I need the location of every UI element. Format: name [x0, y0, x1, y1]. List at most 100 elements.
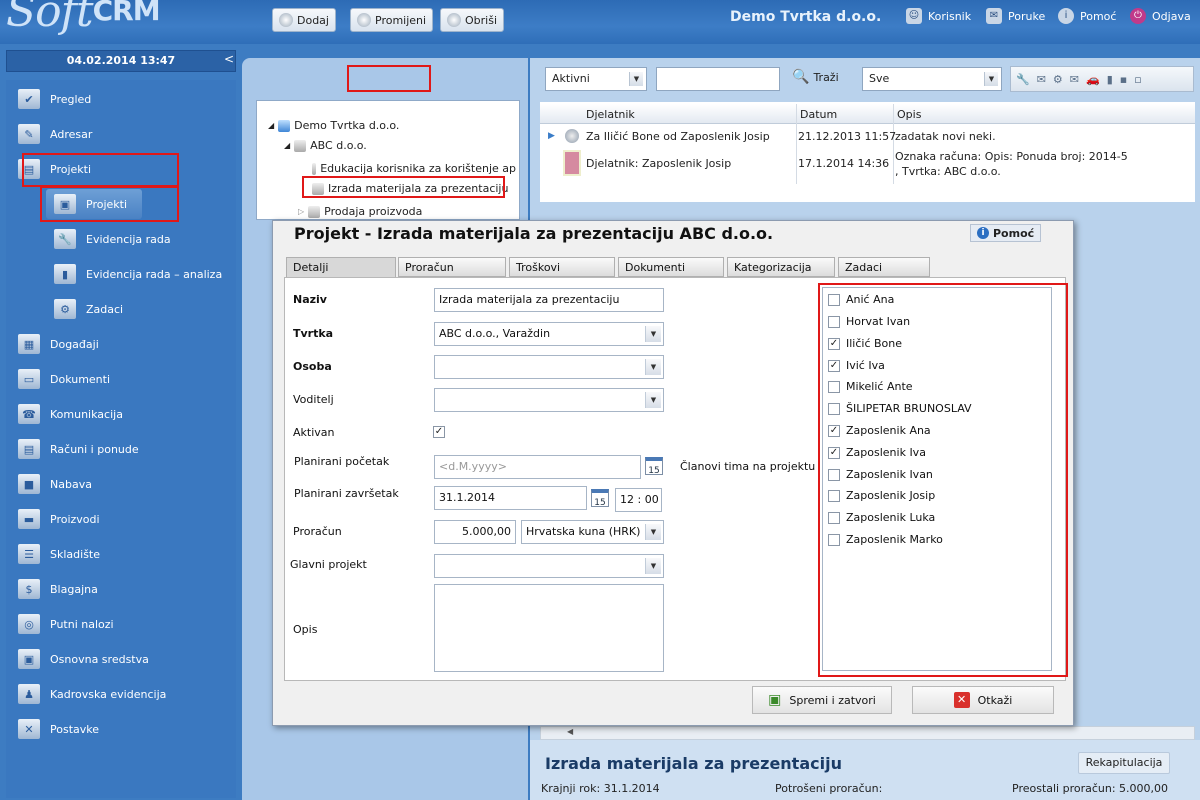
nav-pregled[interactable]: ✔ Pregled — [18, 84, 218, 114]
horizontal-scrollbar[interactable]: ◀ — [540, 726, 1195, 740]
calendar-icon[interactable]: 15 — [591, 489, 609, 508]
grid-cell[interactable]: Za Iličić Bone od Zaposlenik Josip — [586, 130, 770, 143]
scroll-left-icon[interactable]: ◀ — [567, 727, 573, 736]
member-item[interactable]: ✓ Iličić Bone — [828, 337, 902, 350]
wrench-icon[interactable]: 🔧 — [1016, 73, 1030, 86]
grid-cell[interactable]: Oznaka računa: Opis: Ponuda broj: 2014-5 — [895, 150, 1128, 163]
start-date-field[interactable]: <d.M.yyyy> — [434, 455, 641, 479]
tag-icon[interactable]: ▪ — [1120, 73, 1127, 86]
tab-detalji[interactable]: Detalji — [286, 257, 396, 277]
tab-zadaci[interactable]: Zadaci — [838, 257, 930, 277]
grid-cell[interactable]: 17.1.2014 14:36 — [798, 157, 889, 170]
nav-evidencija-analiza[interactable]: ▮ Evidencija rada – analiza — [54, 259, 234, 289]
member-checkbox[interactable] — [828, 293, 840, 306]
member-item[interactable]: Horvat Ivan — [828, 315, 910, 328]
nav-kadrovska[interactable]: ♟ Kadrovska evidencija — [18, 679, 218, 709]
nav-postavke[interactable]: ✕ Postavke — [18, 714, 218, 744]
grid-cell[interactable]: zadatak novi neki. — [895, 130, 996, 143]
end-time-field[interactable]: 12 : 00 — [615, 488, 662, 512]
delete-button[interactable]: Obriši — [440, 8, 505, 32]
search-button[interactable]: 🔍 Traži — [792, 69, 839, 85]
nav-putni[interactable]: ◎ Putni nalozi — [18, 609, 218, 639]
doc-icon[interactable]: ▫ — [1134, 73, 1141, 86]
tree-node-project[interactable]: ▷ Prodaja proizvoda — [298, 205, 422, 218]
member-checkbox[interactable]: ✓ — [828, 359, 840, 372]
tree-node-root[interactable]: ◢ Demo Tvrtka d.o.o. — [268, 119, 399, 132]
grid-cell[interactable]: Djelatnik: Zaposlenik Josip — [586, 157, 731, 170]
aktivan-checkbox[interactable]: ✓ — [433, 426, 445, 438]
save-and-close-button[interactable]: ▣ Spremi i zatvori — [752, 686, 892, 714]
tvrtka-select[interactable]: ABC d.o.o., Varaždin ▼ — [434, 322, 664, 346]
nav-blagajna[interactable]: $ Blagajna — [18, 574, 218, 604]
member-item[interactable]: Anić Ana — [828, 293, 894, 306]
member-checkbox[interactable] — [828, 511, 840, 524]
main-project-select[interactable]: ▼ — [434, 554, 664, 578]
grid-cell[interactable]: , Tvrtka: ABC d.o.o. — [895, 165, 1001, 178]
recap-button[interactable]: Rekapitulacija — [1078, 752, 1170, 774]
nav-evidencija[interactable]: 🔧 Evidencija rada — [54, 224, 234, 254]
voditelj-select[interactable]: ▼ — [434, 388, 664, 412]
tree-node-project[interactable]: Edukacija korisnika za korištenje ap — [312, 162, 516, 175]
member-item[interactable]: ŠILIPETAR BRUNOSLAV — [828, 402, 972, 415]
member-checkbox[interactable]: ✓ — [828, 337, 840, 350]
column-header-opis[interactable]: Opis — [897, 108, 921, 121]
nav-zadaci[interactable]: ⚙ Zadaci — [54, 294, 234, 324]
column-header-datum[interactable]: Datum — [800, 108, 837, 121]
nav-nabava[interactable]: ■ Nabava — [18, 469, 218, 499]
nav-proizvodi[interactable]: ▬ Proizvodi — [18, 504, 218, 534]
nav-dokumenti[interactable]: ▭ Dokumenti — [18, 364, 218, 394]
member-item[interactable]: Zaposlenik Ivan — [828, 468, 933, 481]
mail-icon[interactable]: ✉ — [1037, 73, 1046, 86]
member-item[interactable]: Mikelić Ante — [828, 380, 913, 393]
currency-select[interactable]: Hrvatska kuna (HRK) ▼ — [521, 520, 664, 544]
budget-field[interactable]: 5.000,00 — [434, 520, 516, 544]
member-checkbox[interactable] — [828, 402, 840, 415]
end-date-field[interactable]: 31.1.2014 — [434, 486, 587, 510]
nav-skladiste[interactable]: ☰ Skladište — [18, 539, 218, 569]
member-checkbox[interactable] — [828, 489, 840, 502]
naziv-field[interactable]: Izrada materijala za prezentaciju — [434, 288, 664, 312]
tab-kategorizacija[interactable]: Kategorizacija — [727, 257, 835, 277]
edit-button[interactable]: Promijeni — [350, 8, 434, 32]
user-button[interactable]: ☺ Korisnik — [900, 4, 977, 28]
member-checkbox[interactable] — [828, 533, 840, 546]
member-checkbox[interactable]: ✓ — [828, 424, 840, 437]
status-select[interactable]: Aktivni ▼ — [545, 67, 647, 91]
tab-proracun[interactable]: Proračun — [398, 257, 506, 277]
member-checkbox[interactable] — [828, 315, 840, 328]
nav-dogadaji[interactable]: ▦ Događaji — [18, 329, 218, 359]
member-checkbox[interactable] — [828, 468, 840, 481]
osoba-select[interactable]: ▼ — [434, 355, 664, 379]
member-item[interactable]: ✓ Zaposlenik Ana — [828, 424, 931, 437]
member-item[interactable]: ✓ Ivić Iva — [828, 359, 885, 372]
member-checkbox[interactable]: ✓ — [828, 446, 840, 459]
member-item[interactable]: ✓ Zaposlenik Iva — [828, 446, 926, 459]
calendar-icon[interactable]: 15 — [645, 457, 663, 476]
nav-racuni[interactable]: ▤ Računi i ponude — [18, 434, 218, 464]
collapse-sidebar-button[interactable]: < — [224, 52, 234, 66]
tab-troskovi[interactable]: Troškovi — [509, 257, 615, 277]
help-button[interactable]: i Pomoć — [1052, 4, 1122, 28]
member-checkbox[interactable] — [828, 380, 840, 393]
nav-adresar[interactable]: ✎ Adresar — [18, 119, 218, 149]
logout-button[interactable]: ⏻ Odjava — [1124, 4, 1197, 28]
member-item[interactable]: Zaposlenik Luka — [828, 511, 935, 524]
grid-cell[interactable]: 21.12.2013 11:57 — [798, 130, 896, 143]
tree-node-company[interactable]: ◢ ABC d.o.o. — [284, 139, 367, 152]
nav-osnovna[interactable]: ▣ Osnovna sredstva — [18, 644, 218, 674]
envelope-icon[interactable]: ✉ — [1070, 73, 1079, 86]
column-header-djelatnik[interactable]: Djelatnik — [586, 108, 635, 121]
search-input[interactable] — [656, 67, 780, 91]
bottle-icon[interactable]: ▮ — [1107, 73, 1113, 86]
dialog-help-button[interactable]: i Pomoć — [970, 224, 1042, 242]
gear-icon[interactable]: ⚙ — [1053, 73, 1063, 86]
messages-button[interactable]: ✉ Poruke — [980, 4, 1051, 28]
member-item[interactable]: Zaposlenik Josip — [828, 489, 935, 502]
member-item[interactable]: Zaposlenik Marko — [828, 533, 943, 546]
add-button[interactable]: Dodaj — [272, 8, 336, 32]
row-expand-icon[interactable]: ▶ — [548, 131, 555, 141]
car-icon[interactable]: 🚗 — [1086, 73, 1100, 86]
filter-select[interactable]: Sve ▼ — [862, 67, 1002, 91]
description-textarea[interactable] — [434, 584, 664, 672]
nav-komunikacija[interactable]: ☎ Komunikacija — [18, 399, 218, 429]
